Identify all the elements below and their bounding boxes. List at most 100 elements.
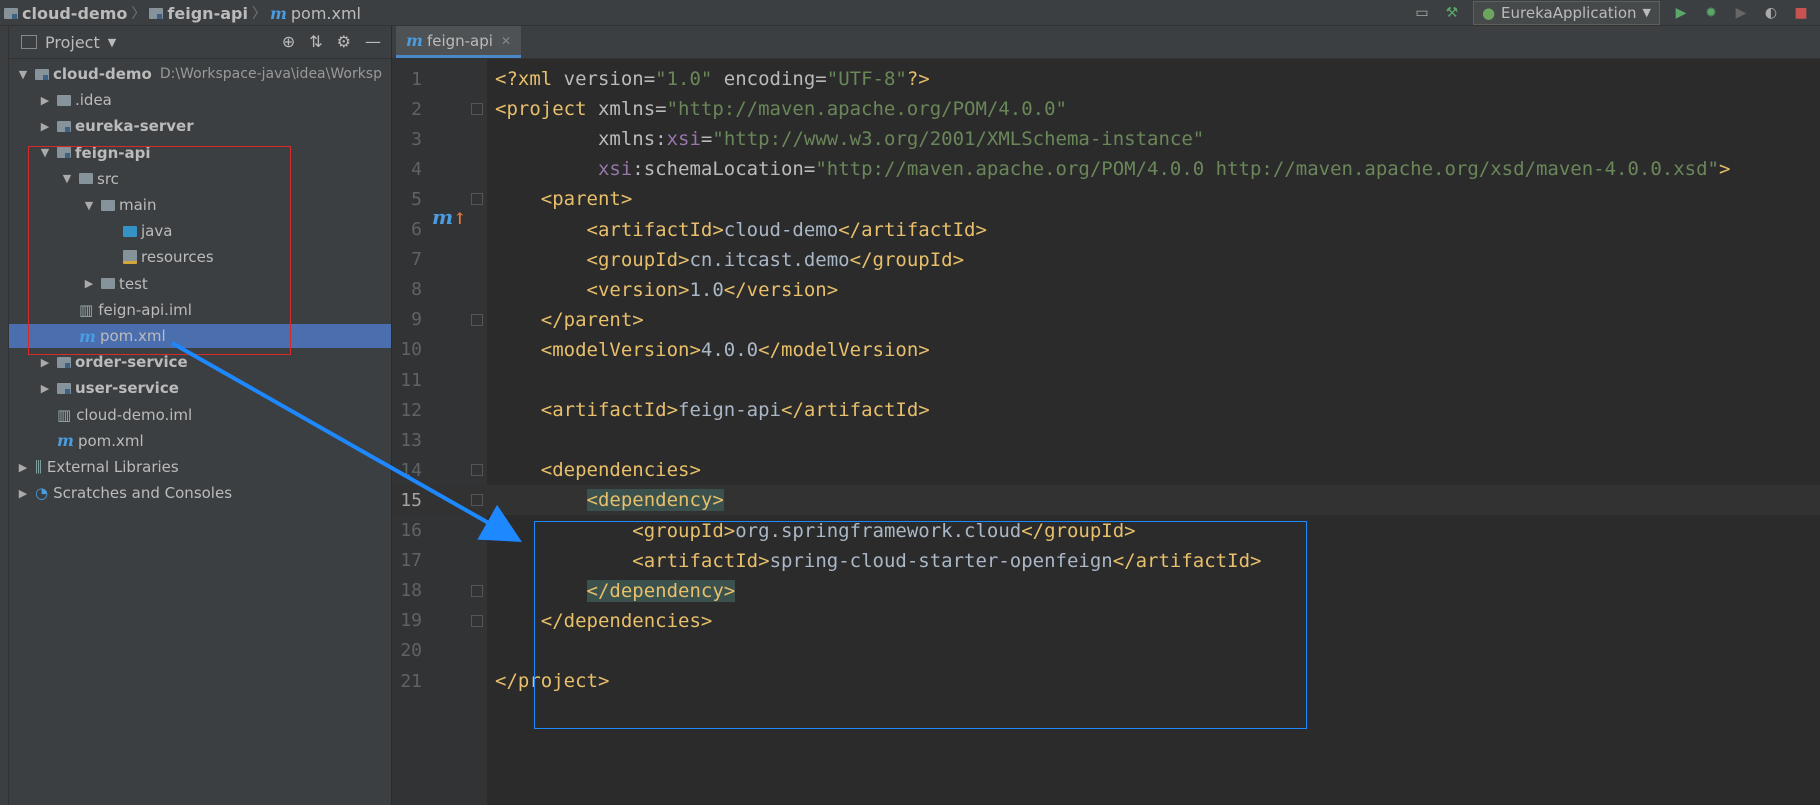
- tree-item[interactable]: ▶ .idea: [9, 88, 391, 112]
- code-text: <dependencies>: [495, 459, 701, 481]
- fold-marker-icon[interactable]: [471, 464, 483, 477]
- fold-marker-icon[interactable]: [471, 614, 483, 627]
- tree-item[interactable]: m pom.xml: [9, 429, 391, 453]
- tree-item[interactable]: resources: [9, 245, 391, 269]
- chevron-right-icon[interactable]: ▶: [37, 356, 53, 369]
- code-line[interactable]: 8 <version>1.0</version>: [392, 275, 1820, 305]
- run-icon[interactable]: ▶: [1672, 4, 1690, 22]
- code-line[interactable]: 3 xmlns:xsi="http://www.w3.org/2001/XMLS…: [392, 124, 1820, 154]
- code-token: <dependencies>: [540, 459, 701, 482]
- code-line[interactable]: 10 <modelVersion>4.0.0</modelVersion>: [392, 335, 1820, 365]
- code-line[interactable]: 7 <groupId>cn.itcast.demo</groupId>: [392, 245, 1820, 275]
- code-text: <groupId>cn.itcast.demo</groupId>: [495, 248, 965, 271]
- line-number: 14: [400, 459, 422, 481]
- fold-marker-icon[interactable]: [471, 313, 483, 326]
- chevron-right-icon[interactable]: ▶: [37, 94, 53, 107]
- tree-item[interactable]: ▶ test: [9, 272, 391, 296]
- fold-marker-icon[interactable]: [471, 494, 483, 507]
- breadcrumb-separator: 〉: [251, 6, 266, 22]
- tree-item[interactable]: ▥ cloud-demo.iml: [9, 403, 391, 427]
- tree-item[interactable]: ▼ src: [9, 167, 391, 191]
- code-text: <project xmlns="http://maven.apache.org/…: [495, 98, 1067, 120]
- breadcrumb-separator: 〉: [131, 6, 146, 22]
- fold-marker-icon[interactable]: [471, 103, 483, 116]
- code-line[interactable]: 17 <artifactId>spring-cloud-starter-open…: [392, 546, 1820, 576]
- tree-item[interactable]: ▶ user-service: [9, 376, 391, 400]
- stop-icon[interactable]: ■: [1792, 4, 1810, 22]
- chevron-down-icon[interactable]: ▼: [59, 172, 75, 185]
- layout-icon[interactable]: ▭: [1413, 4, 1431, 22]
- locate-icon[interactable]: ⊕: [282, 32, 295, 51]
- code-line[interactable]: 9 </parent>: [392, 305, 1820, 335]
- line-number: 1: [411, 68, 422, 90]
- code-line[interactable]: 19 </dependencies>: [392, 606, 1820, 636]
- source-folder-icon: [123, 225, 137, 237]
- profile-icon[interactable]: ◐: [1762, 4, 1780, 22]
- tree-item[interactable]: ▶ eureka-server: [9, 114, 391, 138]
- code-text: <?xml version="1.0" encoding="UTF-8"?>: [495, 68, 930, 90]
- code-line[interactable]: 14 <dependencies>: [392, 455, 1820, 485]
- chevron-right-icon[interactable]: ▶: [37, 382, 53, 395]
- tree-item[interactable]: ▼ main: [9, 193, 391, 217]
- breadcrumb-module[interactable]: feign-api: [167, 4, 248, 23]
- chevron-down-icon[interactable]: ▼: [37, 146, 53, 159]
- tree-item[interactable]: ▶ order-service: [9, 350, 391, 374]
- tree-item[interactable]: ▥ feign-api.iml: [9, 298, 391, 322]
- code-line[interactable]: 16 <groupId>org.springframework.cloud</g…: [392, 516, 1820, 546]
- tree-item-label: test: [119, 274, 148, 293]
- fold-marker-icon[interactable]: [471, 584, 483, 597]
- gear-icon[interactable]: ⚙: [337, 32, 351, 51]
- code-text: </project>: [495, 670, 609, 692]
- close-icon[interactable]: ✕: [501, 34, 511, 48]
- chevron-right-icon[interactable]: ▶: [37, 120, 53, 133]
- debug-icon[interactable]: ✹: [1702, 4, 1720, 22]
- chevron-down-icon[interactable]: ▼: [15, 68, 31, 81]
- code-token: <groupId>: [586, 248, 690, 271]
- code-line[interactable]: 20: [392, 636, 1820, 666]
- tree-item-label: main: [119, 196, 157, 214]
- code-line[interactable]: 5 <parent>: [392, 184, 1820, 214]
- line-number: 10: [400, 339, 422, 361]
- project-view-title[interactable]: Project: [45, 33, 100, 52]
- breadcrumb-file[interactable]: pom.xml: [291, 4, 361, 23]
- tree-item[interactable]: ▶ ◔ Scratches and Consoles: [9, 481, 391, 505]
- code-line[interactable]: 4 xsi:schemaLocation="http://maven.apach…: [392, 154, 1820, 184]
- code-line[interactable]: 13: [392, 425, 1820, 455]
- tool-window-strip[interactable]: [0, 26, 9, 805]
- chevron-down-icon[interactable]: ▼: [81, 199, 97, 212]
- maven-file-icon: m: [269, 3, 287, 23]
- minimize-icon[interactable]: —: [365, 32, 381, 51]
- run-configuration-select[interactable]: ● EurekaApplication ▼: [1472, 0, 1660, 25]
- tree-item[interactable]: ▼ cloud-demo D:\Workspace-java\idea\Worksp: [9, 62, 391, 86]
- code-line[interactable]: 6 <artifactId>cloud-demo</artifactId>: [392, 215, 1820, 245]
- code-line[interactable]: 21 </project>: [392, 666, 1820, 696]
- chevron-right-icon[interactable]: ▶: [15, 461, 31, 474]
- code-line[interactable]: 15 <dependency>: [392, 485, 1820, 516]
- code-token: </version>: [723, 278, 839, 301]
- code-token: 1.0: [689, 278, 724, 301]
- breadcrumb-project[interactable]: cloud-demo: [22, 4, 127, 23]
- chevron-right-icon[interactable]: ▶: [81, 277, 97, 290]
- fold-marker-icon[interactable]: [471, 193, 483, 206]
- tree-item[interactable]: ▶ ⫼ External Libraries: [9, 455, 391, 479]
- chevron-right-icon[interactable]: ▶: [15, 487, 31, 500]
- code-line[interactable]: 2 <project xmlns="http://maven.apache.org…: [392, 94, 1820, 124]
- code-line[interactable]: 11: [392, 365, 1820, 395]
- run-coverage-icon[interactable]: ▶: [1732, 4, 1750, 22]
- collapse-all-icon[interactable]: ⇅: [309, 32, 322, 51]
- iml-file-icon: ▥: [57, 405, 72, 424]
- code-line[interactable]: 12 <artifactId>feign-api</artifactId>: [392, 395, 1820, 425]
- chevron-down-icon[interactable]: ▼: [108, 36, 116, 49]
- code-line[interactable]: 1 <?xml version="1.0" encoding="UTF-8"?>: [392, 64, 1820, 94]
- tree-item[interactable]: java: [9, 219, 391, 243]
- breadcrumb: cloud-demo 〉 feign-api 〉 m pom.xml: [4, 3, 361, 23]
- code-token: <groupId>: [632, 519, 736, 542]
- tree-item[interactable]: m pom.xml: [9, 324, 391, 348]
- build-hammer-icon[interactable]: ⚒: [1443, 4, 1461, 22]
- code-line[interactable]: 18 </dependency>: [392, 576, 1820, 606]
- tree-item[interactable]: ▼ feign-api: [9, 141, 391, 165]
- code-token: <artifactId>: [632, 549, 770, 572]
- project-view-icon: [21, 35, 37, 49]
- tab-feign-api-pom[interactable]: m feign-api ✕: [396, 26, 521, 58]
